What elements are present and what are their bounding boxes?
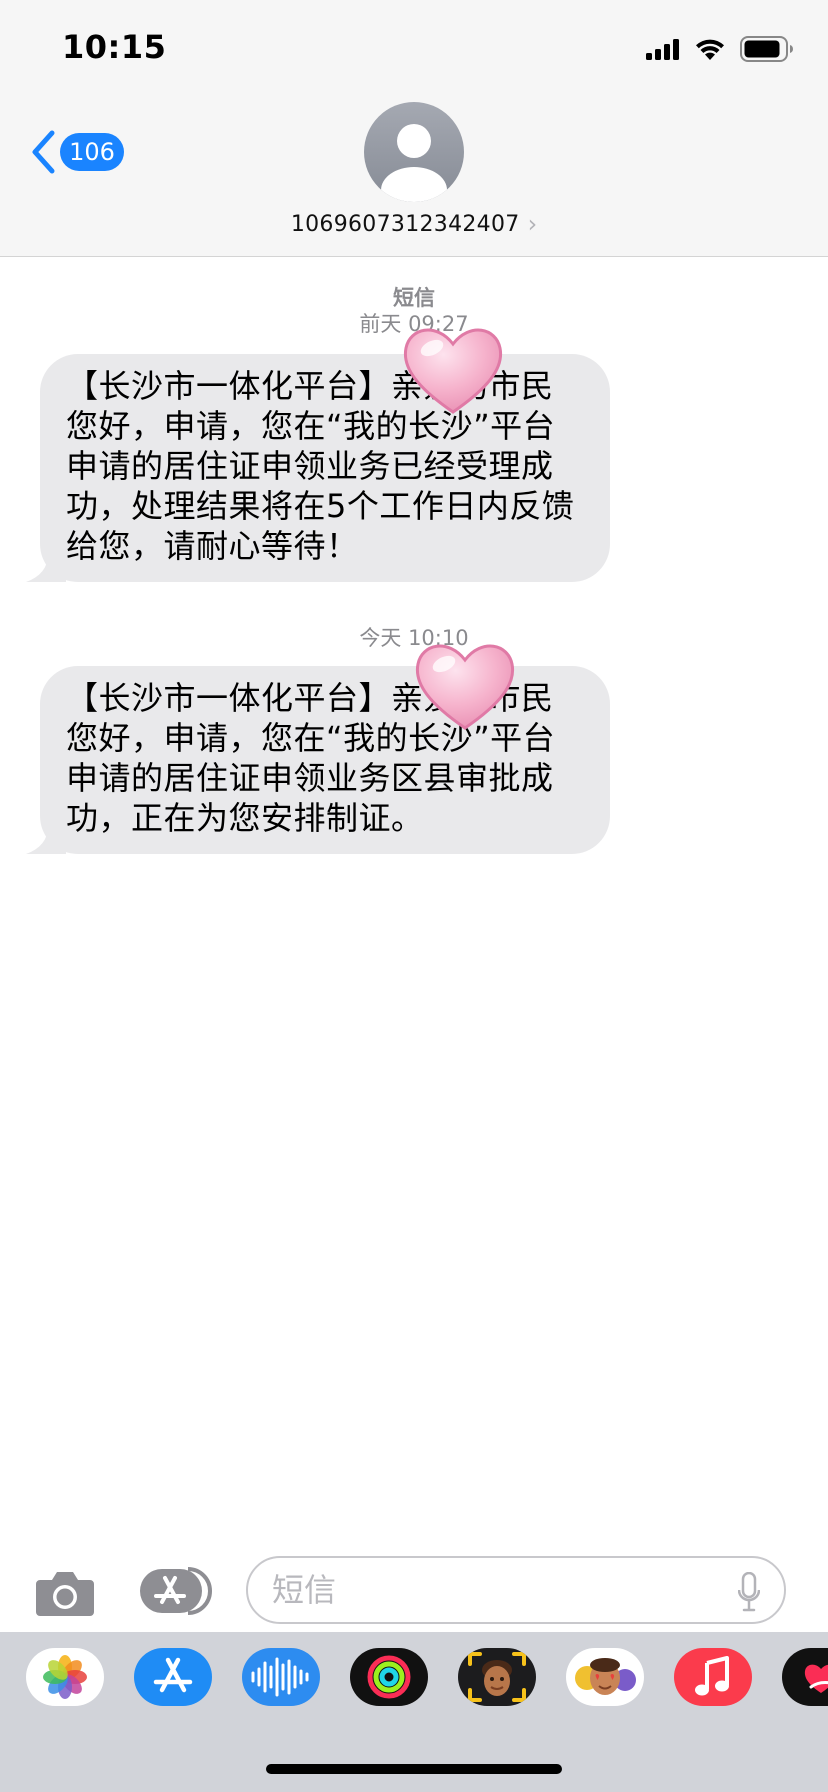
digital-touch-app-icon[interactable]	[782, 1648, 828, 1706]
home-indicator[interactable]	[266, 1764, 562, 1774]
activity-app-icon[interactable]	[350, 1648, 428, 1706]
message-input[interactable]	[246, 1556, 786, 1624]
message-bubble[interactable]: 【长沙市一体化平台】亲爱的市民您好，申请，您在“我的长沙”平台申请的居住证申领业…	[26, 354, 610, 582]
wifi-icon	[696, 39, 724, 60]
waveform-icon	[251, 1657, 309, 1697]
bubble-tail	[26, 826, 66, 854]
status-icons	[646, 34, 794, 64]
status-time: 10:15	[62, 28, 167, 66]
music-app-icon[interactable]	[674, 1648, 752, 1706]
music-note-icon	[695, 1656, 729, 1696]
memoji-stickers-app-icon[interactable]	[458, 1648, 536, 1706]
message-bubble[interactable]: 【长沙市一体化平台】亲爱的市民您好，申请，您在“我的长沙”平台申请的居住证申领业…	[26, 666, 610, 854]
activity-rings-icon	[367, 1655, 411, 1699]
heart-sticker-icon	[403, 328, 503, 414]
app-store-app-icon[interactable]	[134, 1648, 212, 1706]
digital-touch-icon	[804, 1664, 828, 1693]
chevron-left-icon	[32, 130, 55, 174]
animoji-app-icon[interactable]	[566, 1648, 644, 1706]
audio-messages-app-icon[interactable]	[242, 1648, 320, 1706]
cellular-signal-icon	[646, 39, 679, 60]
contact-number: 1069607312342407	[290, 211, 520, 237]
camera-icon[interactable]	[34, 1568, 96, 1618]
memoji-icon	[468, 1652, 526, 1702]
heart-sticker-icon	[415, 644, 515, 730]
back-button[interactable]: 106	[30, 126, 124, 178]
chevron-right-icon: ›	[527, 210, 538, 238]
contact-avatar[interactable]	[364, 102, 464, 202]
bubble-tail	[26, 554, 66, 582]
app-store-icon[interactable]	[138, 1566, 214, 1616]
contact-name[interactable]: 1069607312342407 ›	[0, 210, 828, 238]
composer-bar	[0, 1548, 828, 1632]
messages-screen: 10:15 106 1069607312342407 › 短信 前天 09:27…	[0, 0, 828, 1792]
animoji-icon	[575, 1658, 636, 1695]
person-icon	[381, 124, 447, 202]
microphone-icon[interactable]	[738, 1572, 760, 1612]
app-store-icon	[153, 1657, 193, 1693]
unread-count-badge: 106	[60, 133, 124, 171]
battery-icon	[740, 36, 793, 62]
photos-icon	[43, 1655, 87, 1699]
conversation-header: 10:15 106 1069607312342407 ›	[0, 0, 828, 257]
photos-app-icon[interactable]	[26, 1648, 104, 1706]
